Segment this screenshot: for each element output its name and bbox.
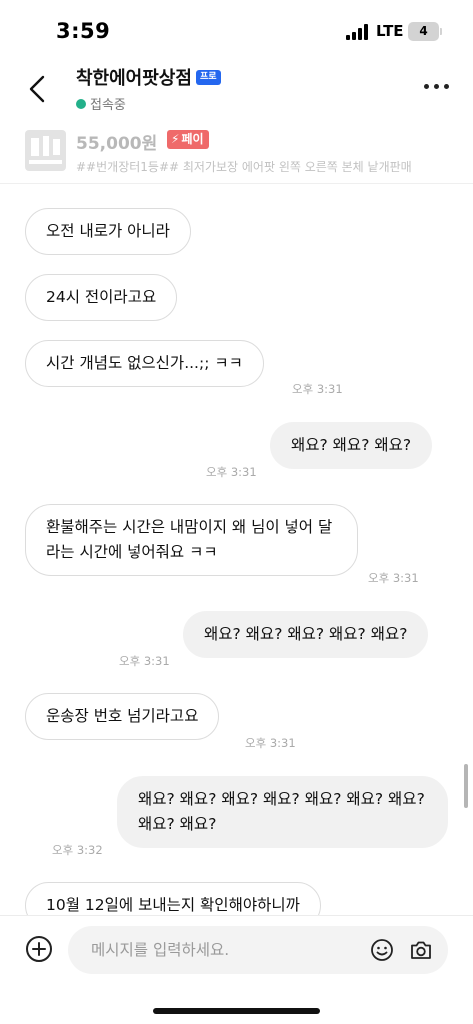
online-status: 접속중 <box>90 98 126 113</box>
message-bubble-received: 환불해주는 시간은 내맘이지 왜 님이 넣어 달라는 시간에 넣어줘요 ㅋㅋ <box>25 504 358 576</box>
battery-level: 4 <box>419 24 428 38</box>
back-icon[interactable] <box>26 74 50 104</box>
more-icon[interactable] <box>424 84 450 92</box>
network-type: LTE <box>376 22 404 40</box>
home-indicator[interactable] <box>153 1008 320 1014</box>
message-bubble-sent: 왜요? 왜요? 왜요? 왜요? 왜요? <box>183 611 429 658</box>
message-bubble-sent: 왜요? 왜요? 왜요? 왜요? 왜요? 왜요? 왜요? 왜요? 왜요? <box>117 776 448 848</box>
battery-icon: 4 <box>408 22 439 41</box>
message-bubble-received: 시간 개념도 없으신가...;; ㅋㅋ <box>25 340 264 387</box>
lightning-icon: ⚡ <box>171 132 180 146</box>
message-time: 오후 3:31 <box>292 382 343 396</box>
message-bubble-received: 운송장 번호 넘기라고요 <box>25 693 220 740</box>
message-bubble-sent: 왜요? 왜요? 왜요? <box>270 422 433 469</box>
product-price: 55,000원 <box>76 134 158 154</box>
status-bar: 3:59 LTE 4 <box>0 0 473 60</box>
signal-icon <box>346 24 370 40</box>
message-list[interactable]: 오전 내로가 아니라 24시 전이라고요 시간 개념도 없으신가...;; ㅋㅋ… <box>0 185 473 915</box>
plus-circle-icon[interactable] <box>25 935 53 963</box>
message-bubble-received: 오전 내로가 아니라 <box>25 208 191 255</box>
pay-badge: ⚡ 페이 <box>167 130 209 149</box>
shop-name[interactable]: 착한에어팟상점 <box>76 64 192 90</box>
camera-icon[interactable] <box>409 938 433 962</box>
online-dot <box>76 99 86 109</box>
battery-cap <box>440 28 442 35</box>
pay-label: 페이 <box>181 132 204 146</box>
product-title: ##번개장터1등## 최저가보장 에어팟 왼쪽 오른쪽 본체 낱개판매 <box>76 160 412 174</box>
message-time: 오후 3:31 <box>119 654 170 668</box>
smile-icon[interactable] <box>370 938 394 962</box>
product-bar[interactable]: 55,000원 ⚡ 페이 ##번개장터1등## 최저가보장 에어팟 왼쪽 오른쪽 … <box>0 120 473 184</box>
message-time: 오후 3:31 <box>245 736 296 750</box>
message-composer <box>0 915 473 983</box>
product-thumbnail <box>25 130 66 171</box>
status-time: 3:59 <box>56 19 111 43</box>
message-time: 오후 3:32 <box>52 843 103 857</box>
scrollbar[interactable] <box>464 764 468 808</box>
message-bubble-received: 24시 전이라고요 <box>25 274 178 321</box>
pro-badge: 프로 <box>196 70 221 85</box>
message-time: 오후 3:31 <box>206 465 257 479</box>
message-time: 오후 3:31 <box>368 571 419 585</box>
message-bubble-received: 10월 12일에 보내는지 확인해야하니까 <box>25 882 321 915</box>
chat-header: 착한에어팟상점 프로 접속중 <box>0 60 473 120</box>
